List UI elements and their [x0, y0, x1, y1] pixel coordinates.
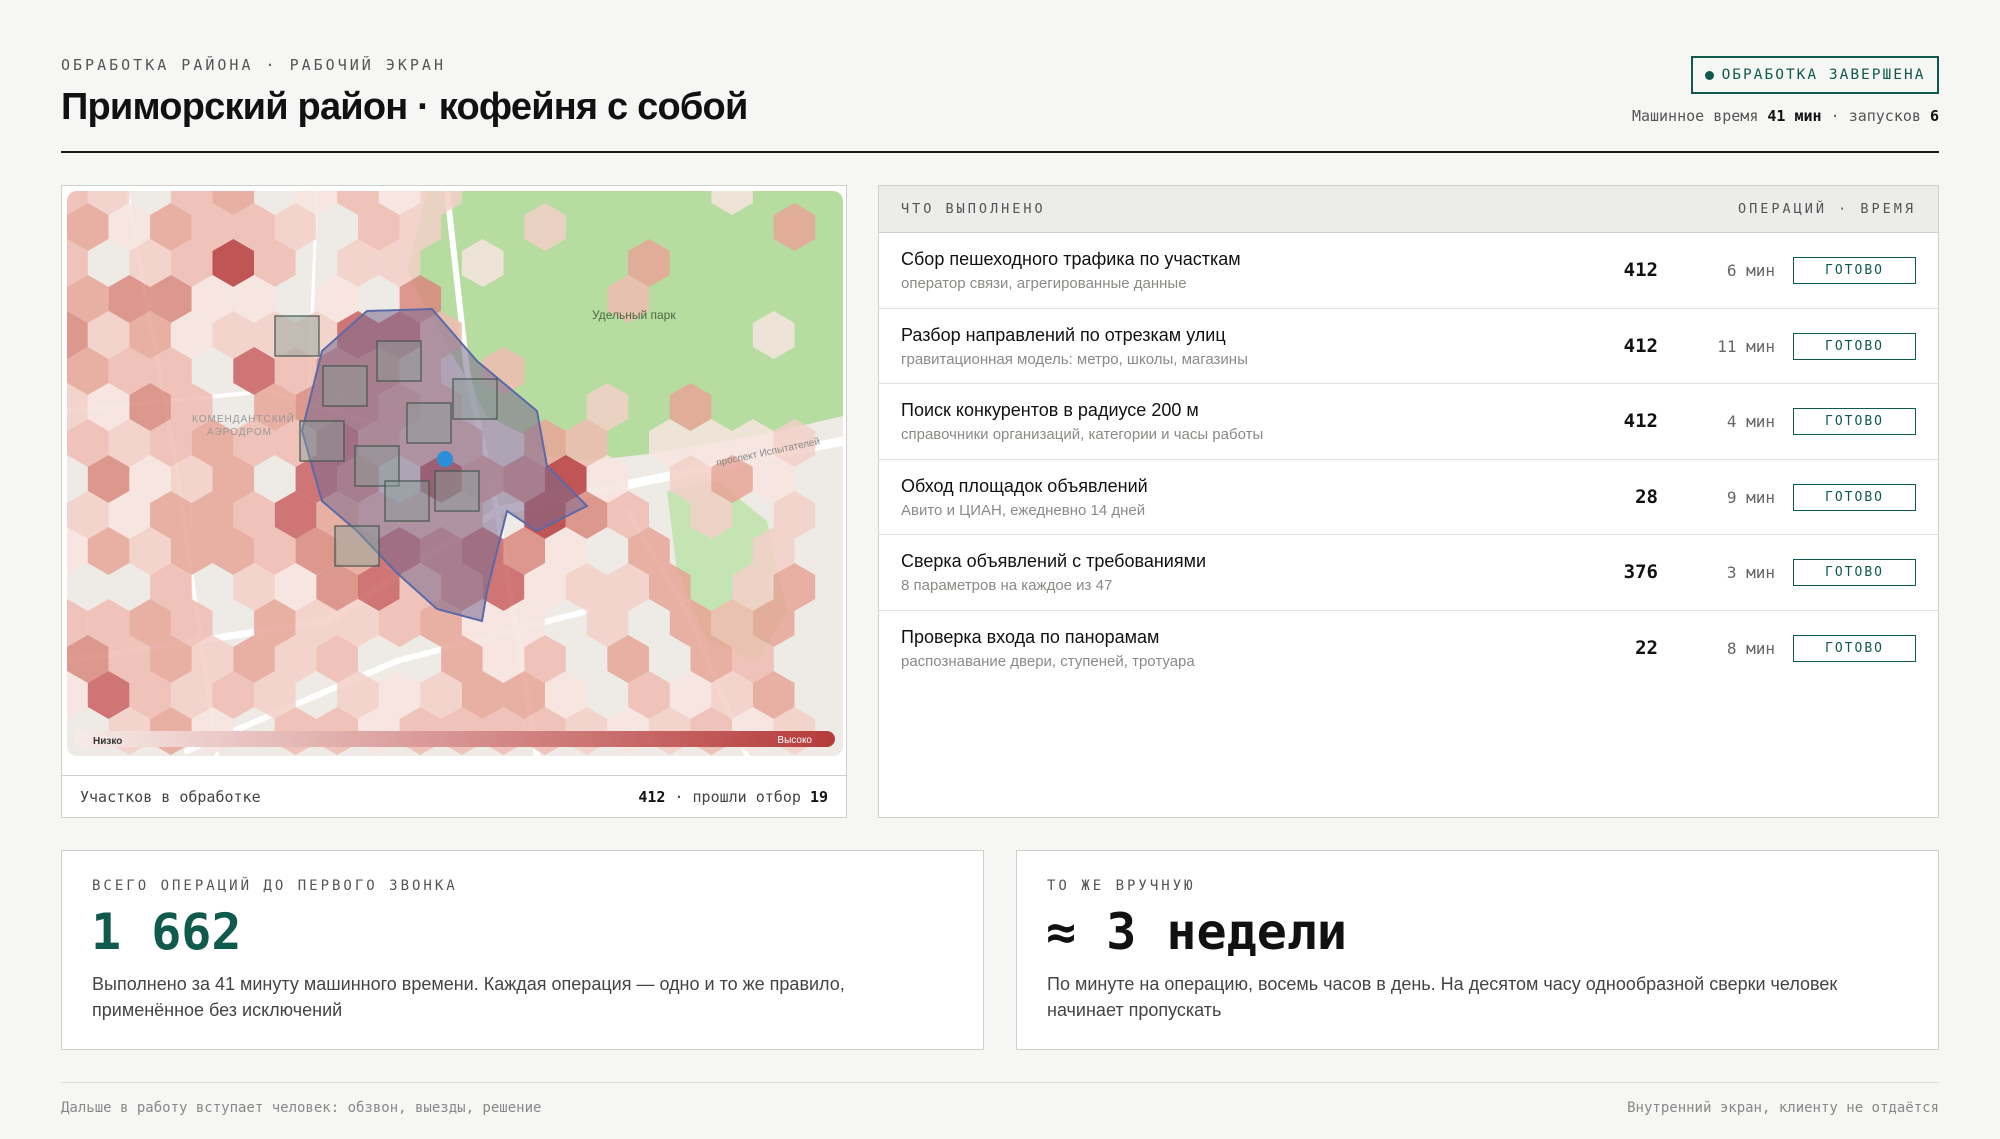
task-time: 11 мин	[1717, 336, 1775, 356]
table-row[interactable]: Проверка входа по панорамам распознавани…	[879, 611, 1938, 687]
location-marker-icon[interactable]	[437, 451, 453, 467]
candidate-plot[interactable]	[452, 378, 498, 420]
header-divider	[61, 151, 1939, 153]
map-footer: Участков в обработке 412 · прошли отбор …	[62, 775, 846, 817]
task-status-badge: ГОТОВО	[1793, 634, 1916, 662]
candidate-plot[interactable]	[354, 445, 400, 487]
task-status-badge: ГОТОВО	[1793, 483, 1916, 511]
plots-summary: 412 · прошли отбор 19	[638, 788, 828, 806]
candidate-plot[interactable]	[322, 365, 368, 407]
task-status-badge: ГОТОВО	[1793, 332, 1916, 360]
task-subtitle: Авито и ЦИАН, ежедневно 14 дней	[901, 501, 1146, 519]
plots-label: Участков в обработке	[80, 787, 261, 806]
map-canvas[interactable]: Удельный парк КОМЕНДАНТСКИЙ АЭРОДРОМ про…	[67, 191, 843, 756]
table-row[interactable]: Сбор пешеходного трафика по участкам опе…	[879, 233, 1938, 309]
task-title: Обход площадок объявлений	[901, 475, 1148, 496]
runs-value: 6	[1929, 107, 1939, 125]
task-title: Разбор направлений по отрезкам улиц	[901, 324, 1226, 345]
stat-description: Выполнено за 41 минуту машинного времени…	[92, 974, 845, 1020]
candidate-plot[interactable]	[434, 470, 480, 512]
task-status-badge: ГОТОВО	[1793, 559, 1916, 586]
district-label-2: АЭРОДРОМ	[207, 427, 272, 438]
candidate-plot[interactable]	[376, 340, 422, 382]
header-what-done: ЧТО ВЫПОЛНЕНО	[901, 201, 1046, 217]
header-ops-time: ОПЕРАЦИЙ · ВРЕМЯ	[1737, 201, 1916, 217]
candidate-plot[interactable]	[299, 420, 345, 462]
status-badge: ОБРАБОТКА ЗАВЕРШЕНА	[1691, 56, 1939, 94]
stat-card-total-operations: ВСЕГО ОПЕРАЦИЙ ДО ПЕРВОГО ЗВОНКА 1 662 В…	[61, 850, 984, 1050]
task-time: 6 мин	[1726, 261, 1775, 280]
task-status-badge: ГОТОВО	[1793, 408, 1916, 435]
task-subtitle: распознавание двери, ступеней, тротуара	[901, 652, 1195, 670]
candidate-plot[interactable]	[334, 525, 380, 567]
task-title: Поиск конкурентов в радиусе 200 м	[901, 400, 1199, 420]
page-kicker: ОБРАБОТКА РАЙОНА · РАБОЧИЙ ЭКРАН	[61, 56, 446, 74]
candidate-plot[interactable]	[274, 315, 320, 357]
table-row[interactable]: Сверка объявлений с требованиями 8 парам…	[879, 535, 1938, 611]
table-row[interactable]: Обход площадок объявлений Авито и ЦИАН, …	[879, 460, 1938, 535]
separator: ·	[1830, 107, 1840, 125]
legend-gradient	[75, 731, 835, 747]
machine-time-value: 41 мин	[1767, 107, 1822, 125]
task-title: Сбор пешеходного трафика по участкам	[901, 249, 1241, 269]
task-operations: 22	[1635, 636, 1658, 659]
stat-card-manual: ТО ЖЕ ВРУЧНУЮ ≈ 3 недели По минуте на оп…	[1016, 850, 1939, 1050]
stat-label: ТО ЖЕ ВРУЧНУЮ	[1047, 878, 1196, 894]
passed-value: 19	[809, 787, 828, 806]
task-time: 4 мин	[1726, 412, 1775, 431]
stat-value: 1 662	[91, 903, 242, 961]
task-time: 8 мин	[1726, 638, 1775, 658]
machine-time-label: Машинное время	[1631, 107, 1759, 125]
task-subtitle: 8 параметров на каждое из 47	[901, 577, 1113, 594]
task-time: 9 мин	[1726, 487, 1775, 507]
task-subtitle: гравитационная модель: метро, школы, маг…	[901, 350, 1248, 368]
status-dot-icon	[1704, 70, 1714, 80]
district-label: КОМЕНДАНТСКИЙ	[192, 412, 295, 425]
task-operations: 376	[1623, 561, 1658, 583]
task-table: ЧТО ВЫПОЛНЕНО ОПЕРАЦИЙ · ВРЕМЯ Сбор пеше…	[878, 185, 1939, 818]
task-operations: 412	[1623, 410, 1658, 432]
task-subtitle: оператор связи, агрегированные данные	[901, 275, 1187, 292]
task-operations: 412	[1623, 259, 1658, 281]
stat-description: По минуте на операцию, восемь часов в де…	[1047, 974, 1838, 1020]
task-time: 3 мин	[1726, 563, 1775, 582]
task-operations: 412	[1623, 334, 1658, 357]
legend-low-label: Низко	[93, 736, 122, 747]
footer-divider	[61, 1082, 1939, 1083]
footer-note: Дальше в работу вступает человек: обзвон…	[61, 1100, 542, 1116]
plots-value: 412	[638, 787, 666, 806]
task-title: Проверка входа по панорамам	[901, 626, 1160, 647]
task-operations: 28	[1635, 485, 1658, 508]
separator: ·	[674, 787, 693, 806]
map-panel: Удельный парк КОМЕНДАНТСКИЙ АЭРОДРОМ про…	[61, 185, 847, 818]
task-status-badge: ГОТОВО	[1793, 257, 1916, 284]
task-title: Сверка объявлений с требованиями	[901, 551, 1207, 571]
passed-label: прошли отбор	[692, 787, 801, 806]
footer-disclaimer: Внутренний экран, клиенту не отдаётся	[1627, 1100, 1939, 1116]
table-row[interactable]: Разбор направлений по отрезкам улиц грав…	[879, 309, 1938, 384]
task-subtitle: справочники организаций, категории и час…	[901, 426, 1264, 443]
table-row[interactable]: Поиск конкурентов в радиусе 200 м справо…	[879, 384, 1938, 460]
machine-time-summary: Машинное время 41 мин · запусков 6	[1632, 107, 1939, 125]
legend-high-label: Высоко	[777, 735, 812, 746]
candidate-plot[interactable]	[406, 402, 452, 444]
heatmap-map[interactable]: Удельный парк КОМЕНДАНТСКИЙ АЭРОДРОМ про…	[67, 191, 843, 756]
candidate-plot[interactable]	[384, 480, 430, 522]
runs-label: запусков	[1848, 107, 1921, 125]
park-label: Удельный парк	[592, 308, 676, 322]
page-title: Приморский район · кофейня с собой	[61, 86, 748, 128]
task-table-header: ЧТО ВЫПОЛНЕНО ОПЕРАЦИЙ · ВРЕМЯ	[879, 186, 1938, 233]
stat-value: ≈ 3 недели	[1046, 903, 1348, 961]
status-badge-label: ОБРАБОТКА ЗАВЕРШЕНА	[1721, 67, 1926, 83]
stat-label: ВСЕГО ОПЕРАЦИЙ ДО ПЕРВОГО ЗВОНКА	[92, 878, 458, 894]
